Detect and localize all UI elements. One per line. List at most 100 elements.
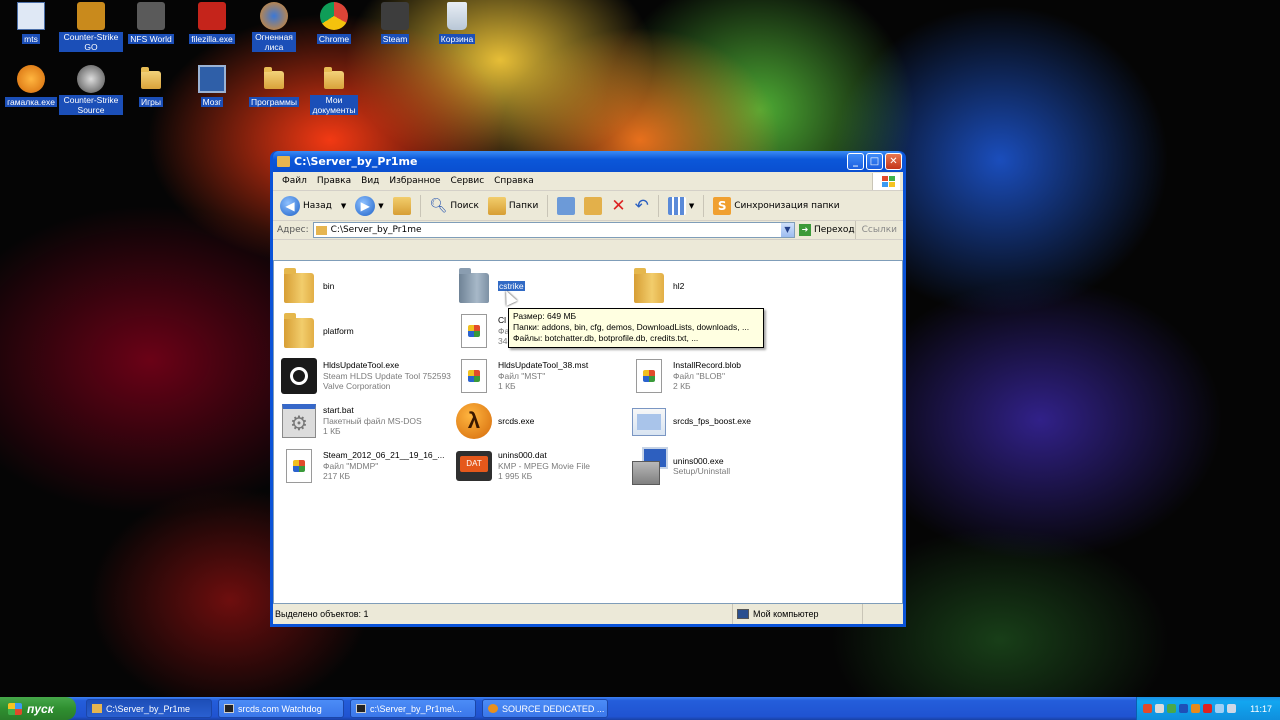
console-icon (224, 704, 234, 713)
move-to-button[interactable] (554, 195, 578, 217)
taskbar-item-watchdog[interactable]: srcds.com Watchdog (218, 699, 344, 718)
taskbar-item-explorer[interactable]: C:\Server_by_Pr1me (86, 699, 212, 718)
tray-icon[interactable] (1191, 704, 1200, 713)
desktop-icon-filezilla[interactable]: filezilla.exe (181, 2, 243, 45)
list-item[interactable]: start.bat Пакетный файл MS-DOS 1 КБ (280, 400, 454, 442)
window-titlebar[interactable]: C:\Server_by_Pr1me _ □ ✕ (273, 151, 903, 172)
item-type: Setup/Uninstall (673, 466, 731, 476)
document-icon (455, 357, 493, 395)
window-title: C:\Server_by_Pr1me (294, 155, 418, 168)
list-item[interactable]: λ srcds.exe (455, 400, 629, 442)
item-name: srcds.exe (498, 415, 535, 426)
folder-icon (280, 312, 318, 350)
item-size: 217 КБ (323, 471, 351, 482)
chevron-down-icon[interactable]: ▼ (780, 223, 794, 237)
desktop-icon-brain[interactable]: Мозг (181, 65, 243, 108)
taskbar-item-label: srcds.com Watchdog (238, 703, 322, 714)
list-item[interactable]: bin (280, 265, 454, 307)
half-life-icon (488, 704, 498, 713)
document-icon (280, 447, 318, 485)
desktop-icon-my-documents[interactable]: Мои документы (303, 65, 365, 116)
list-item[interactable]: platform (280, 310, 454, 352)
desktop-icon-css[interactable]: Counter-Strike Source (59, 65, 123, 116)
forward-button[interactable]: ▶ ▼ (352, 194, 386, 218)
tray-icon[interactable] (1179, 704, 1188, 713)
list-item[interactable]: Steam_2012_06_21__19_16_... Файл "MDMP" … (280, 445, 454, 487)
tray-icon[interactable] (1155, 704, 1164, 713)
minimize-button[interactable]: _ (847, 153, 864, 170)
list-item[interactable]: srcds_fps_boost.exe (630, 400, 804, 442)
clock[interactable]: 11:17 (1250, 704, 1272, 714)
list-item[interactable]: InstallRecord.blob Файл "BLOB" 2 КБ (630, 355, 804, 397)
menu-file[interactable]: Файл (277, 176, 312, 186)
desktop-icon-games[interactable]: Игры (120, 65, 182, 108)
address-label: Адрес: (277, 225, 309, 235)
taskbar-item-console[interactable]: c:\Server_by_Pr1me\... (350, 699, 476, 718)
menu-help[interactable]: Справка (489, 176, 539, 186)
toolbar: ◀ Назад ▼ ▶ ▼ 🔍︎ Поиск Папки ✕ ↶ ▼ S Син… (273, 191, 903, 221)
desktop-icon-firefox[interactable]: Огненная лиса (243, 2, 305, 53)
tray-icon[interactable] (1167, 704, 1176, 713)
menu-view[interactable]: Вид (356, 176, 384, 186)
list-item[interactable]: hl2 (630, 265, 804, 307)
copy-to-button[interactable] (581, 195, 605, 217)
go-button[interactable]: ➜ Переход (798, 224, 855, 236)
list-item[interactable]: unins000.exe Setup/Uninstall (630, 445, 804, 487)
list-item[interactable]: HldsUpdateTool_38.mst Файл "MST" 1 КБ (455, 355, 629, 397)
folders-label: Папки (508, 200, 539, 211)
list-item[interactable]: HldsUpdateTool.exe Steam HLDS Update Too… (280, 355, 454, 397)
explorer-window: C:\Server_by_Pr1me _ □ ✕ Файл Правка Вид… (270, 151, 906, 627)
tray-icon[interactable] (1203, 704, 1212, 713)
links-button[interactable]: Ссылки (854, 221, 903, 239)
tray-icon[interactable] (1215, 704, 1224, 713)
folder-icon (630, 267, 668, 305)
tray-icon[interactable] (1143, 704, 1152, 713)
delete-button[interactable]: ✕ (608, 194, 628, 218)
address-input[interactable]: C:\Server_by_Pr1me ▼ (312, 222, 795, 238)
tooltip-size: Размер: 649 МБ (513, 311, 577, 321)
desktop-icon-steam[interactable]: Steam (364, 2, 426, 45)
search-button[interactable]: 🔍︎ Поиск (427, 196, 482, 216)
item-name: HldsUpdateTool.exe (323, 360, 400, 371)
sync-icon: S (713, 196, 732, 215)
up-folder-icon (392, 196, 411, 215)
menu-edit[interactable]: Правка (312, 176, 356, 186)
maximize-button[interactable]: □ (866, 153, 883, 170)
back-button[interactable]: ◀ Назад ▼ (277, 194, 349, 218)
start-button[interactable]: пуск (0, 697, 76, 720)
desktop-icon-programs[interactable]: Программы (243, 65, 305, 108)
up-folder-button[interactable] (390, 195, 414, 217)
item-type: Файл "MST" (498, 370, 546, 381)
document-icon (455, 312, 493, 350)
taskbar-item-srcds[interactable]: SOURCE DEDICATED ... (482, 699, 608, 718)
list-item[interactable]: cstrike (455, 265, 629, 307)
item-size: 1 КБ (323, 426, 341, 437)
volume-icon[interactable] (1227, 704, 1236, 713)
desktop-icon-csgo[interactable]: Counter-Strike GO (59, 2, 123, 53)
desktop-icon-chrome[interactable]: Chrome (303, 2, 365, 45)
item-type: Пакетный файл MS-DOS (323, 415, 422, 426)
nfs-icon (137, 2, 165, 30)
menu-favorites[interactable]: Избранное (384, 176, 445, 186)
desktop-icon-label: Chrome (316, 34, 352, 44)
item-type: KMP - MPEG Movie File (498, 460, 590, 471)
application-icon (630, 402, 668, 440)
close-button[interactable]: ✕ (885, 153, 902, 170)
sync-folder-button[interactable]: S Синхронизация папки (710, 195, 842, 217)
views-button[interactable]: ▼ (665, 195, 697, 217)
undo-button[interactable]: ↶ (632, 194, 652, 218)
go-label: Переход (813, 225, 855, 235)
desktop-icon-label: Counter-Strike Source (59, 95, 123, 115)
folders-button[interactable]: Папки (485, 195, 541, 217)
menu-tools[interactable]: Сервис (446, 176, 490, 186)
item-size: 2 КБ (673, 381, 691, 392)
recycle-bin-icon (447, 2, 467, 30)
desktop-icon-recycle-bin[interactable]: Корзина (425, 2, 489, 45)
desktop-icon-gamalka[interactable]: гамалка.exe (0, 65, 62, 108)
desktop-icon-label: filezilla.exe (189, 34, 235, 44)
back-arrow-icon: ◀ (280, 195, 300, 216)
desktop-icon-nfs-world[interactable]: NFS World (120, 2, 182, 45)
desktop-icon-mts[interactable]: mts (0, 2, 62, 45)
list-item[interactable]: unins000.dat KMP - MPEG Movie File 1 995… (455, 445, 629, 487)
half-life-icon: λ (455, 402, 493, 440)
